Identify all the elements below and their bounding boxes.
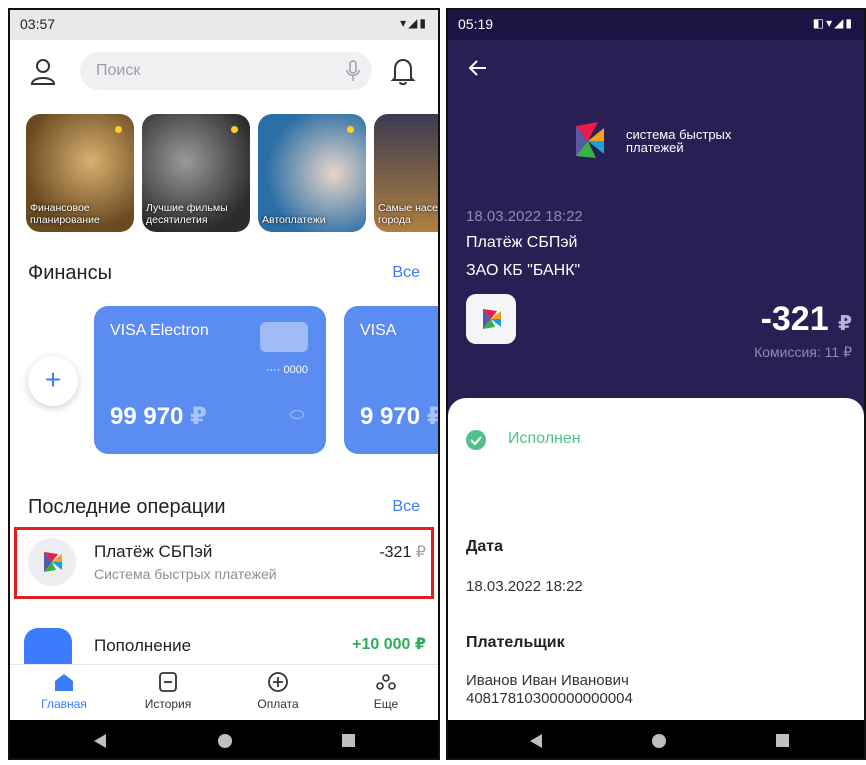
op-currency: ₽ (415, 544, 426, 561)
card-amount-value: 99 970 (110, 403, 184, 430)
card-balance: 99 970 ₽ (110, 402, 207, 431)
system-nav-bar (10, 720, 438, 758)
system-back-icon[interactable] (94, 734, 106, 748)
mic-icon[interactable] (346, 60, 360, 82)
nav-home[interactable]: Главная (24, 671, 104, 711)
payment-plus-icon (268, 672, 288, 692)
details-sheet: Исполнен Дата 18.03.2022 18:22 Плательщи… (448, 398, 864, 720)
payer-name: Иванов Иван Иванович (466, 672, 629, 689)
card-icon (260, 322, 308, 352)
op-amount-value: -321 (379, 544, 412, 561)
card-title: VISA (360, 322, 397, 339)
card-balance: 9 970 ₽ (360, 402, 438, 431)
top-bar: Поиск (10, 48, 438, 98)
payment-amount: -321 ₽ (761, 300, 852, 339)
op-subtitle: Система быстрых платежей (94, 566, 277, 582)
nav-more[interactable]: Еще (346, 671, 426, 711)
system-back-icon[interactable] (530, 734, 542, 748)
payment-amount-value: -321 (760, 300, 829, 338)
payment-name: Платёж СБПэй (466, 234, 578, 251)
bank-name: ЗАО КБ "БАНК" (466, 262, 581, 279)
story-label: Лучшие фильмы десятилетия (146, 202, 228, 226)
card-currency: ₽ (427, 403, 438, 430)
status-time: 03:57 (20, 16, 56, 32)
card-number: ···· 0000 (265, 364, 308, 376)
system-nav-bar (448, 720, 864, 758)
card-visa-electron[interactable]: VISA Electron ···· 0000 99 970 ₽ (94, 306, 326, 454)
sbp-brand-text: система быстрых платежей (626, 128, 731, 154)
nav-label: История (144, 697, 192, 711)
op-currency: ₽ (414, 636, 426, 653)
add-card-button[interactable]: + (28, 356, 78, 406)
system-recents-icon[interactable] (776, 734, 789, 747)
story-item[interactable]: Лучшие фильмы десятилетия (142, 114, 250, 232)
date-value: 18.03.2022 18:22 (466, 578, 583, 595)
op-amount-value: +10 000 (352, 636, 411, 653)
payer-account: 40817810300000000004 (466, 690, 633, 707)
date-label: Дата (466, 538, 504, 555)
new-dot (347, 126, 354, 133)
status-bar: 03:57 ▾◢▮ (10, 10, 438, 40)
back-arrow-icon[interactable] (466, 56, 490, 80)
system-home-icon[interactable] (652, 734, 666, 748)
sbp-icon (466, 294, 516, 344)
search-input[interactable]: Поиск (80, 52, 372, 90)
bottom-nav: Главная История Оплата Еще (10, 664, 438, 720)
payment-details-screen: 05:19 ◧▾◢▮ система быстрых платежей 18.0… (446, 8, 866, 760)
nav-label: Еще (373, 697, 399, 711)
status-text: Исполнен (508, 430, 581, 447)
payment-currency: ₽ (838, 313, 852, 335)
story-item[interactable]: Самые населенные города (374, 114, 438, 232)
payer-label: Плательщик (466, 634, 565, 651)
system-recents-icon[interactable] (342, 734, 355, 747)
nav-label: Главная (41, 697, 87, 711)
nav-history[interactable]: История (128, 671, 208, 711)
card-title: VISA Electron (110, 322, 209, 339)
card-visa[interactable]: VISA 9 970 ₽ (344, 306, 438, 454)
more-icon (376, 674, 396, 690)
profile-icon[interactable] (28, 56, 58, 88)
status-icons: ◧▾◢▮ (812, 16, 854, 30)
finance-all-link[interactable]: Все (392, 264, 420, 282)
ops-all-link[interactable]: Все (392, 498, 420, 516)
stories-row: Финансовое планирование Лучшие фильмы де… (26, 114, 438, 234)
op-amount: -321 ₽ (379, 542, 426, 562)
home-icon (55, 674, 73, 691)
story-item[interactable]: Финансовое планирование (26, 114, 134, 232)
sbp-logo (576, 122, 604, 158)
search-placeholder: Поиск (96, 62, 141, 79)
op-title: Пополнение (94, 636, 192, 655)
history-icon (159, 672, 177, 692)
new-dot (231, 126, 238, 133)
nav-payment[interactable]: Оплата (238, 671, 318, 711)
fee-text: Комиссия: 11 ₽ (754, 344, 852, 360)
op-amount: +10 000 ₽ (352, 634, 426, 654)
status-icons: ▾◢▮ (400, 16, 428, 30)
new-dot (115, 126, 122, 133)
card-amount-value: 9 970 (360, 403, 421, 430)
op-title: Платёж СБПэй (94, 542, 213, 561)
sbp-text-line: платежей (626, 140, 684, 155)
bell-icon[interactable] (390, 56, 416, 86)
payment-datetime: 18.03.2022 18:22 (466, 208, 583, 225)
check-circle-icon (466, 430, 486, 450)
nav-label: Оплата (257, 697, 299, 711)
status-time: 05:19 (458, 16, 494, 32)
ops-title: Последние операции (28, 496, 226, 518)
story-label: Самые населенные города (378, 202, 438, 226)
sbp-logo-icon (28, 538, 76, 586)
highlight-box (14, 527, 434, 599)
story-label: Автоплатежи (262, 214, 326, 226)
finance-title: Финансы (28, 262, 112, 284)
status-bar: 05:19 ◧▾◢▮ (448, 10, 864, 40)
system-home-icon[interactable] (218, 734, 232, 748)
eye-icon[interactable] (290, 410, 304, 419)
home-screen: 03:57 ▾◢▮ Поиск Финансовое планирование … (8, 8, 440, 760)
card-currency: ₽ (190, 403, 207, 430)
story-item[interactable]: Автоплатежи (258, 114, 366, 232)
story-label: Финансовое планирование (30, 202, 100, 226)
